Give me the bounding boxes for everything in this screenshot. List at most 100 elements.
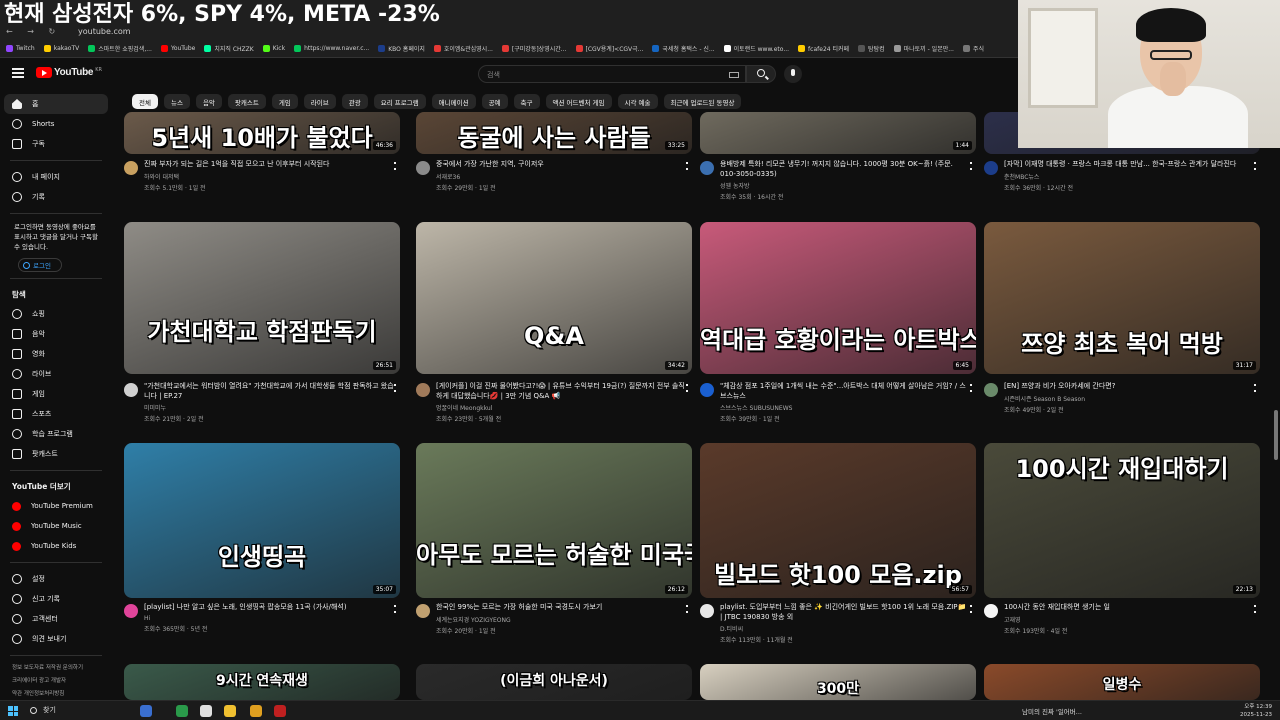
video-title[interactable]: 100시간 동안 재입대하면 생기는 일 [1004, 603, 1254, 613]
youtube-logo[interactable]: YouTube KR [36, 67, 102, 78]
video-thumbnail[interactable]: 역대급 호황이라는 아트박스 6:45 [700, 222, 976, 374]
taskbar-folder-icon[interactable] [250, 705, 262, 717]
more-options-icon[interactable] [394, 384, 396, 392]
nav-arrows-icon[interactable]: ← → ↻ [6, 27, 61, 36]
video-thumbnail[interactable]: 1:44 [700, 112, 976, 154]
sidebar-item[interactable]: 스포츠 [0, 404, 112, 424]
sidebar-item[interactable]: 게임 [0, 384, 112, 404]
taskbar-browser-icon[interactable] [200, 705, 212, 717]
bookmark-item[interactable]: YouTube [160, 45, 195, 52]
search-button[interactable] [746, 65, 776, 83]
url-text[interactable]: youtube.com [78, 27, 131, 36]
sidebar-item[interactable]: 구독 [0, 134, 112, 154]
more-options-icon[interactable] [970, 605, 972, 613]
sidebar-item[interactable]: 쇼핑 [0, 304, 112, 324]
video-thumbnail[interactable]: 100시간 재입대하기 22:13 [984, 443, 1260, 598]
taskbar-app-icon[interactable] [274, 705, 286, 717]
sidebar-item[interactable]: 고객센터 [0, 609, 112, 629]
footer-links[interactable]: 크리에이터 광고 개발자 [0, 675, 112, 688]
video-thumbnail[interactable]: 9시간 연속재생 [124, 664, 400, 700]
more-options-icon[interactable] [686, 605, 688, 613]
video-thumbnail[interactable]: 가천대학교 학점판독기 26:51 [124, 222, 400, 374]
video-thumbnail[interactable]: 아무도 모르는 허술한 미국국경 26:12 [416, 443, 692, 598]
video-title[interactable]: "가천대학교에서는 워터밤이 열려요" 가천대학교에 가서 대학생들 학점 판독… [144, 382, 394, 401]
taskbar-app-icon[interactable] [224, 705, 236, 717]
more-options-icon[interactable] [394, 605, 396, 613]
video-thumbnail[interactable]: 5년새 10배가 불었다 46:36 [124, 112, 400, 154]
channel-name[interactable]: 세계는요지경 YOZIGYEONG [436, 615, 686, 624]
channel-avatar[interactable] [416, 604, 430, 618]
video-title[interactable]: "체감상 점포 1주일에 1개씩 내는 수준"...아트박스 대체 어떻게 살아… [720, 382, 970, 401]
login-button[interactable]: 로그인 [18, 258, 62, 272]
sidebar-item[interactable]: 영화 [0, 344, 112, 364]
channel-name[interactable]: D.티비씨 [720, 624, 970, 633]
channel-avatar[interactable] [700, 161, 714, 175]
channel-avatar[interactable] [124, 383, 138, 397]
video-thumbnail[interactable]: 일병수 [984, 664, 1260, 700]
sidebar-item[interactable]: 내 페이지 [0, 167, 112, 187]
chip-10[interactable]: 축구 [513, 94, 540, 109]
video-title[interactable]: [게이커플] 이걸 진짜 물어봤다고?!😱 | 유튜브 수익부터 19금(?) … [436, 382, 686, 401]
channel-avatar[interactable] [416, 161, 430, 175]
sidebar-item[interactable]: YouTube Kids [0, 536, 112, 556]
bookmark-item[interactable]: https://www.naver.c... [294, 45, 369, 52]
channel-avatar[interactable] [984, 604, 998, 618]
channel-name[interactable]: 시즌비시즌 Season B Season [1004, 394, 1254, 403]
sidebar-item[interactable]: 기록 [0, 187, 112, 207]
more-options-icon[interactable] [970, 162, 972, 170]
chip-7[interactable]: 요리 프로그램 [373, 94, 426, 109]
channel-avatar[interactable] [124, 604, 138, 618]
video-thumbnail[interactable]: (이금희 아나운서) [416, 664, 692, 700]
channel-name[interactable]: 스브스뉴스 SUBUSUNEWS [720, 403, 970, 412]
bookmark-item[interactable]: 주식 [962, 44, 984, 53]
bookmark-item[interactable]: 탐탐컴 [858, 44, 885, 53]
sidebar-item[interactable]: YouTube Music [0, 516, 112, 536]
scrollbar[interactable] [1274, 410, 1278, 460]
video-title[interactable]: [playlist] 나만 알고 싶은 노래, 인생띵곡 팝송모음 11곡 (가… [144, 603, 394, 613]
chip-9[interactable]: 공예 [481, 94, 508, 109]
channel-avatar[interactable] [124, 161, 138, 175]
bookmark-item[interactable]: 치지직 CHZZK [204, 44, 254, 53]
chip-3[interactable]: 팟캐스트 [227, 94, 266, 109]
video-thumbnail[interactable]: 빌보드 핫100 모음.zip 56:57 [700, 443, 976, 598]
sidebar-item[interactable]: Shorts [0, 114, 112, 134]
more-options-icon[interactable] [394, 162, 396, 170]
video-thumbnail[interactable]: 쯔양 최초 복어 먹방 31:17 [984, 222, 1260, 374]
channel-name[interactable]: 고재영 [1004, 615, 1254, 624]
bookmark-item[interactable]: [CGV용계]<CGV극... [575, 44, 643, 53]
sidebar-item[interactable]: 팟캐스트 [0, 444, 112, 464]
chip-4[interactable]: 게임 [271, 94, 298, 109]
keyboard-icon[interactable] [729, 72, 739, 78]
bookmark-item[interactable]: 국세청 홈택스 - 신... [652, 44, 715, 53]
video-thumbnail[interactable]: 동굴에 사는 사람들 33:25 [416, 112, 692, 154]
channel-avatar[interactable] [416, 383, 430, 397]
bookmark-item[interactable]: 마나토끼 - 일본만... [893, 44, 954, 53]
channel-name[interactable]: 성웬 농자방 [720, 181, 970, 190]
chip-2[interactable]: 음악 [195, 94, 222, 109]
chip-13[interactable]: 최근에 업로드된 동영상 [663, 94, 742, 109]
bookmark-item[interactable]: KBO 홈페이지 [378, 44, 425, 53]
bookmark-item[interactable]: kakaoTV [43, 45, 79, 52]
chip-12[interactable]: 시각 예술 [617, 94, 658, 109]
video-title[interactable]: [EN] 쯔양과 비가 오아카세에 간다면? [1004, 382, 1254, 392]
sidebar-item[interactable]: 홈 [4, 94, 108, 114]
menu-icon[interactable] [12, 68, 24, 78]
video-title[interactable]: 중국에서 가장 가난한 지역, 구이저우 [436, 160, 686, 170]
channel-name[interactable]: 미미미누 [144, 403, 394, 412]
bookmark-item[interactable]: 스마트한 쇼핑검색,... [88, 44, 152, 53]
channel-avatar[interactable] [700, 383, 714, 397]
chip-0[interactable]: 전체 [132, 94, 158, 109]
channel-name[interactable]: 춘천MBC뉴스 [1004, 172, 1254, 181]
chip-1[interactable]: 뉴스 [163, 94, 190, 109]
video-title[interactable]: 용배방제 특화! 리모콘 냉무기! 꺼지지 않습니다. 1000평 30분 OK… [720, 160, 970, 179]
sidebar-item[interactable]: 라이브 [0, 364, 112, 384]
chip-5[interactable]: 라이브 [303, 94, 336, 109]
video-thumbnail[interactable]: Q&A 34:42 [416, 222, 692, 374]
channel-avatar[interactable] [700, 604, 714, 618]
taskbar-search[interactable]: 찾기 [30, 705, 56, 715]
video-title[interactable]: playlist. 도입부부터 느낌 좋은 ✨ 비긴어게인 빌보드 핫100 1… [720, 603, 970, 622]
bookmark-item[interactable]: 호이엠&관심영시... [433, 44, 493, 53]
channel-avatar[interactable] [984, 383, 998, 397]
more-options-icon[interactable] [686, 384, 688, 392]
sidebar-item[interactable]: 학습 프로그램 [0, 424, 112, 444]
